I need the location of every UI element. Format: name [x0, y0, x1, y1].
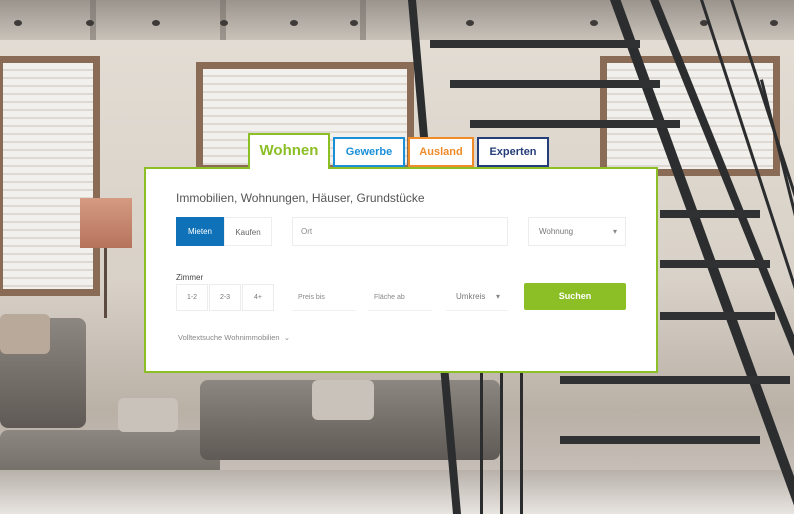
search-submit-button[interactable]: Suchen — [524, 283, 626, 310]
rooms-label: Zimmer — [176, 273, 204, 282]
chevron-down-icon: ⌄ — [281, 333, 291, 342]
rooms-option-2-3[interactable]: 2-3 — [209, 284, 241, 311]
tab-ausland[interactable]: Ausland — [408, 137, 474, 167]
mode-buy-toggle[interactable]: Kaufen — [224, 217, 272, 246]
radius-select[interactable]: Umkreis ▾ — [446, 284, 508, 311]
window-left — [0, 56, 100, 296]
floor-lamp — [80, 198, 132, 248]
tab-gewerbe[interactable]: Gewerbe — [333, 137, 405, 167]
price-max-input[interactable]: Preis bis — [292, 284, 356, 311]
ceiling — [0, 0, 794, 40]
advanced-search-label: Volltextsuche Wohnimmobilien — [178, 333, 280, 342]
rooms-option-4-plus[interactable]: 4+ — [242, 284, 274, 311]
radius-value: Umkreis — [456, 292, 486, 301]
chevron-down-icon: ▾ — [495, 292, 500, 301]
advanced-search-link[interactable]: Volltextsuche Wohnimmobilien ⌄ — [178, 333, 290, 342]
rooms-option-1-2[interactable]: 1-2 — [176, 284, 208, 311]
tab-wohnen[interactable]: Wohnen — [248, 133, 330, 169]
chevron-down-icon: ▾ — [612, 227, 617, 236]
floor — [0, 470, 794, 514]
mode-rent-toggle[interactable]: Mieten — [176, 217, 224, 246]
property-type-select[interactable]: Wohnung ▾ — [528, 217, 626, 246]
search-panel: Immobilien, Wohnungen, Häuser, Grundstüc… — [144, 167, 658, 373]
search-headline: Immobilien, Wohnungen, Häuser, Grundstüc… — [176, 191, 425, 205]
location-input[interactable]: Ort — [292, 217, 508, 246]
area-min-input[interactable]: Fläche ab — [368, 284, 432, 311]
tab-experten[interactable]: Experten — [477, 137, 549, 167]
property-type-value: Wohnung — [539, 227, 574, 236]
